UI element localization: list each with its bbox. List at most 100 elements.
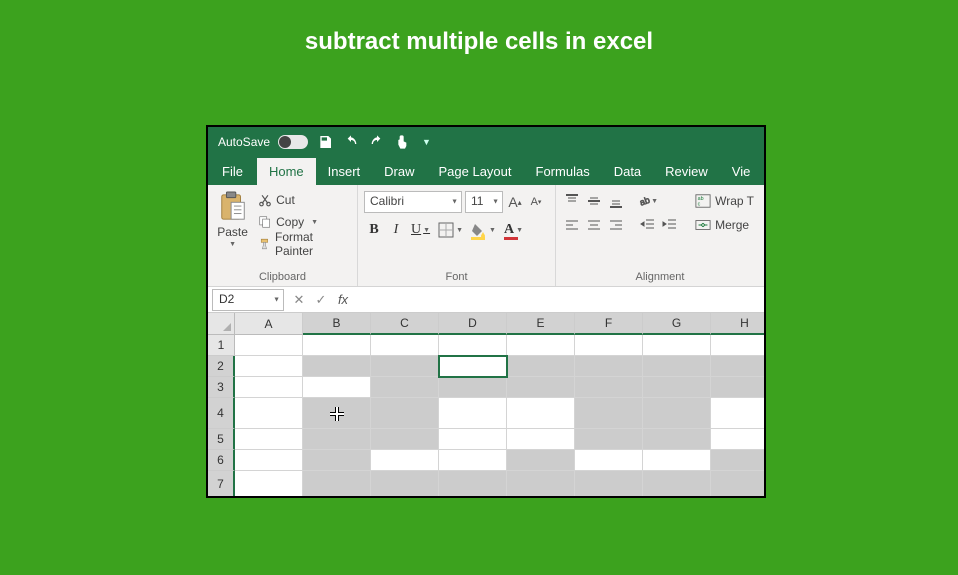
enter-formula-button[interactable]: ✓	[310, 289, 332, 311]
autosave-toggle[interactable]	[278, 135, 308, 149]
cell-B5[interactable]	[303, 429, 371, 450]
cell-A4[interactable]	[235, 398, 303, 429]
tab-formulas[interactable]: Formulas	[524, 158, 602, 185]
cell-A2[interactable]	[235, 356, 303, 377]
format-painter-button[interactable]: Format Painter	[255, 234, 351, 254]
row-header-2[interactable]: 2	[208, 356, 235, 377]
fx-button[interactable]: fx	[332, 289, 354, 311]
cell-G1[interactable]	[643, 335, 711, 356]
cell-C5[interactable]	[371, 429, 439, 450]
increase-font-button[interactable]: A▴	[506, 192, 524, 212]
row-header-3[interactable]: 3	[208, 377, 235, 398]
align-middle-button[interactable]	[584, 191, 604, 211]
paste-button[interactable]: Paste ▼	[214, 188, 251, 270]
decrease-font-button[interactable]: A▾	[527, 192, 545, 212]
cell-D4[interactable]	[439, 398, 507, 429]
borders-button[interactable]: ▼	[435, 219, 466, 241]
italic-button[interactable]: I	[386, 219, 406, 241]
cell-B1[interactable]	[303, 335, 371, 356]
name-box[interactable]: D2▼	[212, 289, 284, 311]
cell-C6[interactable]	[371, 450, 439, 471]
align-right-button[interactable]	[606, 215, 626, 235]
merge-button[interactable]: Merge	[691, 215, 758, 235]
cell-B7[interactable]	[303, 471, 371, 498]
cell-H6[interactable]	[711, 450, 764, 471]
align-center-button[interactable]	[584, 215, 604, 235]
column-header-C[interactable]: C	[371, 313, 439, 335]
formula-input[interactable]	[354, 289, 764, 311]
column-header-B[interactable]: B	[303, 313, 371, 335]
row-header-1[interactable]: 1	[208, 335, 235, 356]
cell-H5[interactable]	[711, 429, 764, 450]
font-name-select[interactable]: Calibri▼	[364, 191, 462, 213]
tab-data[interactable]: Data	[602, 158, 653, 185]
cell-B4[interactable]	[303, 398, 371, 429]
column-header-F[interactable]: F	[575, 313, 643, 335]
font-color-button[interactable]: A▼	[501, 219, 526, 241]
cell-A7[interactable]	[235, 471, 303, 498]
wrap-text-button[interactable]: abc Wrap T	[691, 191, 758, 211]
cell-E3[interactable]	[507, 377, 575, 398]
font-size-select[interactable]: 11▼	[465, 191, 503, 213]
cell-F3[interactable]	[575, 377, 643, 398]
cell-C7[interactable]	[371, 471, 439, 498]
column-header-E[interactable]: E	[507, 313, 575, 335]
save-icon[interactable]	[316, 133, 334, 151]
cell-A5[interactable]	[235, 429, 303, 450]
cell-D3[interactable]	[439, 377, 507, 398]
cell-G3[interactable]	[643, 377, 711, 398]
bold-button[interactable]: B	[364, 219, 384, 241]
cell-F2[interactable]	[575, 356, 643, 377]
cell-H3[interactable]	[711, 377, 764, 398]
align-left-button[interactable]	[562, 215, 582, 235]
cell-C4[interactable]	[371, 398, 439, 429]
select-all-button[interactable]	[208, 313, 235, 335]
cell-E1[interactable]	[507, 335, 575, 356]
cell-D7[interactable]	[439, 471, 507, 498]
row-header-4[interactable]: 4	[208, 398, 235, 429]
cell-F5[interactable]	[575, 429, 643, 450]
cell-C3[interactable]	[371, 377, 439, 398]
align-top-button[interactable]	[562, 191, 582, 211]
cut-button[interactable]: Cut	[255, 190, 351, 210]
underline-button[interactable]: U▼	[408, 219, 433, 241]
cell-H1[interactable]	[711, 335, 764, 356]
cell-D6[interactable]	[439, 450, 507, 471]
cell-A1[interactable]	[235, 335, 303, 356]
cell-G7[interactable]	[643, 471, 711, 498]
cell-E6[interactable]	[507, 450, 575, 471]
orientation-button[interactable]: ab▼	[638, 191, 658, 211]
tab-insert[interactable]: Insert	[316, 158, 373, 185]
cell-H7[interactable]	[711, 471, 764, 498]
cell-D5[interactable]	[439, 429, 507, 450]
cell-E7[interactable]	[507, 471, 575, 498]
row-header-5[interactable]: 5	[208, 429, 235, 450]
column-header-H[interactable]: H	[711, 313, 764, 335]
spreadsheet-grid[interactable]: 1234567 ABCDEFGH	[208, 313, 764, 498]
tab-file[interactable]: File	[208, 158, 257, 185]
cell-G5[interactable]	[643, 429, 711, 450]
row-header-7[interactable]: 7	[208, 471, 235, 498]
cell-H2[interactable]	[711, 356, 764, 377]
fill-color-button[interactable]: ▼	[468, 219, 499, 241]
redo-icon[interactable]	[368, 133, 386, 151]
cell-G4[interactable]	[643, 398, 711, 429]
cell-C2[interactable]	[371, 356, 439, 377]
cell-G2[interactable]	[643, 356, 711, 377]
cell-A3[interactable]	[235, 377, 303, 398]
tab-view[interactable]: Vie	[720, 158, 763, 185]
cell-H4[interactable]	[711, 398, 764, 429]
tab-page-layout[interactable]: Page Layout	[427, 158, 524, 185]
copy-button[interactable]: Copy▼	[255, 212, 351, 232]
cell-F6[interactable]	[575, 450, 643, 471]
cell-B6[interactable]	[303, 450, 371, 471]
increase-indent-button[interactable]	[660, 215, 680, 235]
cell-E5[interactable]	[507, 429, 575, 450]
tab-review[interactable]: Review	[653, 158, 720, 185]
cancel-formula-button[interactable]: ✕	[288, 289, 310, 311]
cell-E2[interactable]	[507, 356, 575, 377]
touch-mode-icon[interactable]	[394, 133, 412, 151]
tab-home[interactable]: Home	[257, 158, 316, 185]
column-header-D[interactable]: D	[439, 313, 507, 335]
cell-D2[interactable]	[439, 356, 507, 377]
